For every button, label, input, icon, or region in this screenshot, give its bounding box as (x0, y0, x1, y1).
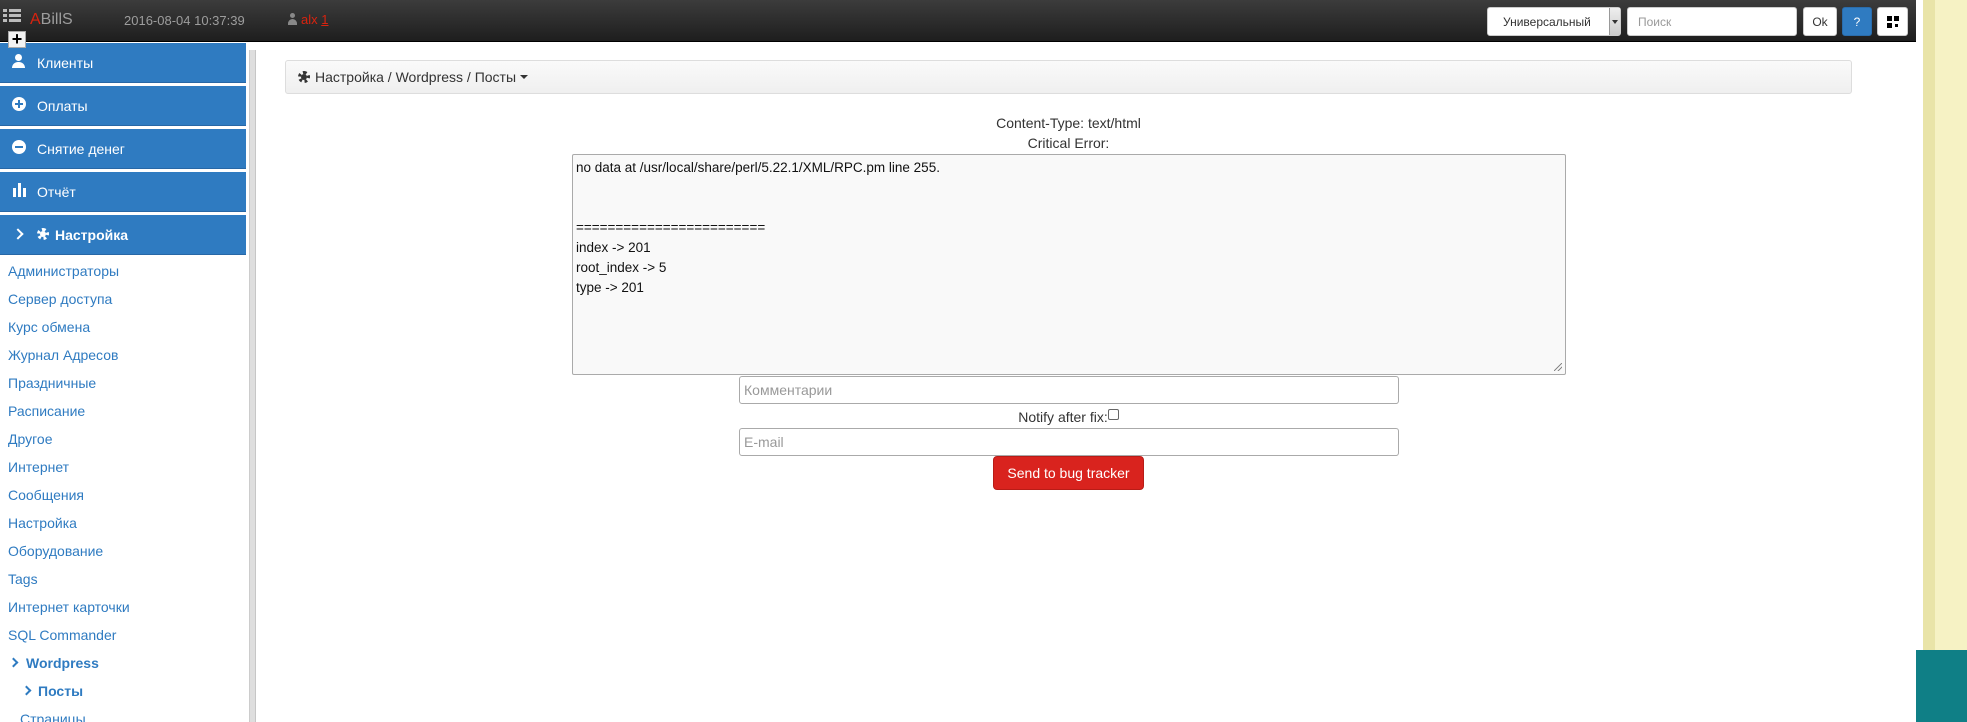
sidebar-item-label: Снятие денег (37, 141, 125, 157)
settings-submenu: Администраторы Сервер доступа Курс обмен… (0, 258, 246, 722)
critical-error-label: Critical Error: (1027, 135, 1110, 151)
search-type-select[interactable]: Универсальный (1487, 7, 1621, 36)
submenu-item[interactable]: Оборудование (0, 538, 246, 566)
submenu-item[interactable]: Другое (0, 426, 246, 454)
user-icon (12, 54, 26, 68)
chevron-right-icon (12, 228, 24, 240)
user-id: 1 (321, 12, 329, 27)
brand-letter: A (30, 11, 41, 28)
help-button[interactable]: ? (1842, 7, 1872, 36)
submenu-item-posts[interactable]: Посты (0, 678, 246, 706)
error-line (576, 198, 1562, 218)
sidebar-scrollbar[interactable] (249, 50, 256, 722)
submenu-item-label: Посты (38, 683, 84, 699)
caret-down-icon[interactable] (520, 75, 529, 79)
submenu-item[interactable]: Интернет (0, 454, 246, 482)
sidebar: Клиенты Оплаты Снятие денег Отчёт Настро… (0, 43, 246, 722)
minus-circle-icon (12, 140, 26, 154)
sidebar-item-payments[interactable]: Оплаты (0, 86, 246, 126)
user-icon (287, 13, 298, 25)
notify-row: Notify after fix: (285, 409, 1852, 425)
chevron-right-icon (8, 657, 19, 668)
sidebar-item-label: Оплаты (37, 98, 88, 114)
user-name: alx (301, 12, 318, 27)
submenu-item[interactable]: Администраторы (0, 258, 246, 286)
error-line: index -> 201 (576, 240, 651, 255)
menu-icon[interactable] (3, 9, 21, 25)
gear-icon (37, 228, 49, 240)
brand-name: BillS (40, 11, 73, 28)
search-ok-button[interactable]: Ok (1803, 7, 1837, 36)
submenu-item[interactable]: Журнал Адресов (0, 342, 246, 370)
error-details-textarea[interactable]: no data at /usr/local/share/perl/5.22.1/… (572, 154, 1566, 375)
add-button[interactable]: + (8, 30, 26, 48)
submenu-item[interactable]: Настройка (0, 510, 246, 538)
background-strip (1916, 0, 1967, 722)
submenu-item[interactable]: Интернет карточки (0, 594, 246, 622)
top-navbar: ABillS 2016-08-04 10:37:39 alx 1 Универс… (0, 0, 1916, 42)
current-user[interactable]: alx 1 (287, 12, 328, 27)
error-line: no data at /usr/local/share/perl/5.22.1/… (576, 160, 940, 175)
search-type-value: Универсальный (1503, 15, 1591, 29)
submenu-item-wordpress[interactable]: Wordpress (0, 650, 246, 678)
breadcrumb-text: Настройка / Wordpress / Посты (315, 69, 517, 85)
current-datetime: 2016-08-04 10:37:39 (124, 13, 245, 28)
notify-checkbox[interactable] (1107, 409, 1119, 420)
error-line: type -> 201 (576, 280, 644, 295)
sidebar-item-clients[interactable]: Клиенты (0, 43, 246, 83)
submenu-item[interactable]: SQL Commander (0, 622, 246, 650)
gear-icon (298, 71, 310, 83)
error-line: ======================== (576, 220, 766, 235)
submenu-item[interactable]: Курс обмена (0, 314, 246, 342)
plus-circle-icon (12, 97, 26, 111)
sidebar-item-report[interactable]: Отчёт (0, 172, 246, 212)
error-line (576, 178, 1562, 198)
qr-code-icon (1887, 16, 1899, 28)
sidebar-item-label: Клиенты (37, 55, 94, 71)
bar-chart-icon (12, 183, 26, 197)
comments-input[interactable] (739, 376, 1399, 404)
qr-code-button[interactable] (1877, 7, 1908, 36)
dropdown-caret-icon[interactable] (1609, 8, 1620, 35)
chevron-right-icon (21, 685, 32, 696)
submenu-item[interactable]: Tags (0, 566, 246, 594)
search-input[interactable] (1627, 7, 1797, 36)
submenu-item[interactable]: Расписание (0, 398, 246, 426)
brand-logo[interactable]: ABillS (30, 11, 73, 29)
submenu-item[interactable]: Сервер доступа (0, 286, 246, 314)
email-field[interactable] (739, 428, 1399, 456)
sidebar-item-settings[interactable]: Настройка (0, 215, 246, 255)
send-to-bug-tracker-button[interactable]: Send to bug tracker (993, 456, 1144, 490)
submenu-item-pages[interactable]: Страницы (0, 706, 246, 722)
sidebar-item-label: Отчёт (37, 184, 76, 200)
content-type-label: Content-Type: text/html (996, 115, 1141, 131)
breadcrumb[interactable]: Настройка / Wordpress / Посты (285, 60, 1852, 94)
sidebar-item-withdrawals[interactable]: Снятие денег (0, 129, 246, 169)
error-line: root_index -> 5 (576, 260, 667, 275)
submenu-item[interactable]: Сообщения (0, 482, 246, 510)
notify-label: Notify after fix: (1018, 409, 1108, 425)
sidebar-item-label: Настройка (55, 227, 129, 243)
submenu-item-label: Wordpress (26, 655, 99, 671)
resize-grip-icon[interactable] (1554, 363, 1562, 371)
submenu-item[interactable]: Праздничные (0, 370, 246, 398)
